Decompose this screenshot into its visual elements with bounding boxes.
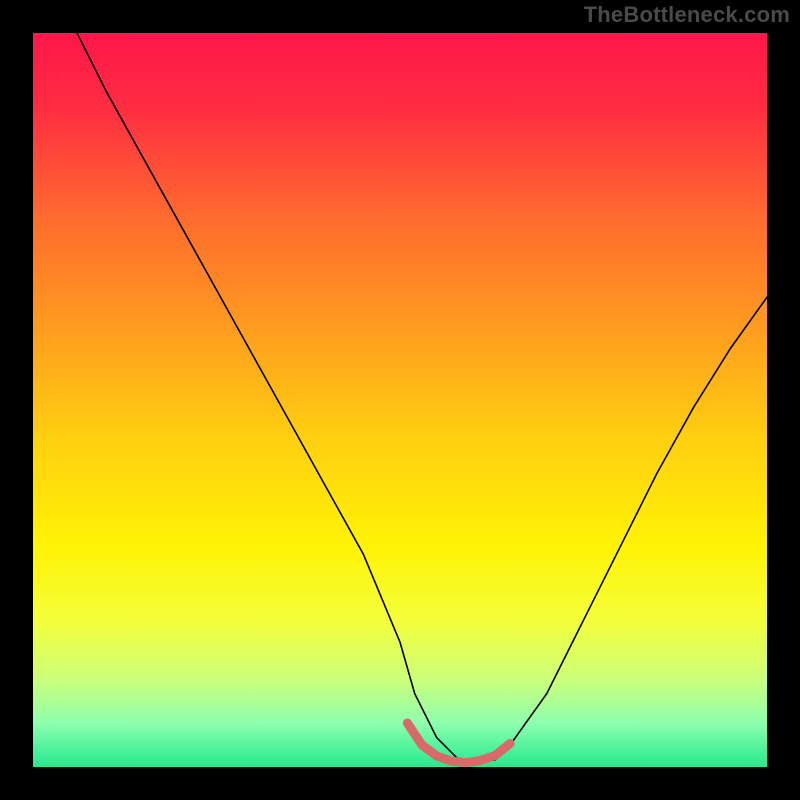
plot-area — [33, 33, 767, 767]
chart-svg — [33, 33, 767, 767]
gradient-background — [33, 33, 767, 767]
chart-frame: TheBottleneck.com — [0, 0, 800, 800]
watermark-text: TheBottleneck.com — [584, 2, 790, 28]
